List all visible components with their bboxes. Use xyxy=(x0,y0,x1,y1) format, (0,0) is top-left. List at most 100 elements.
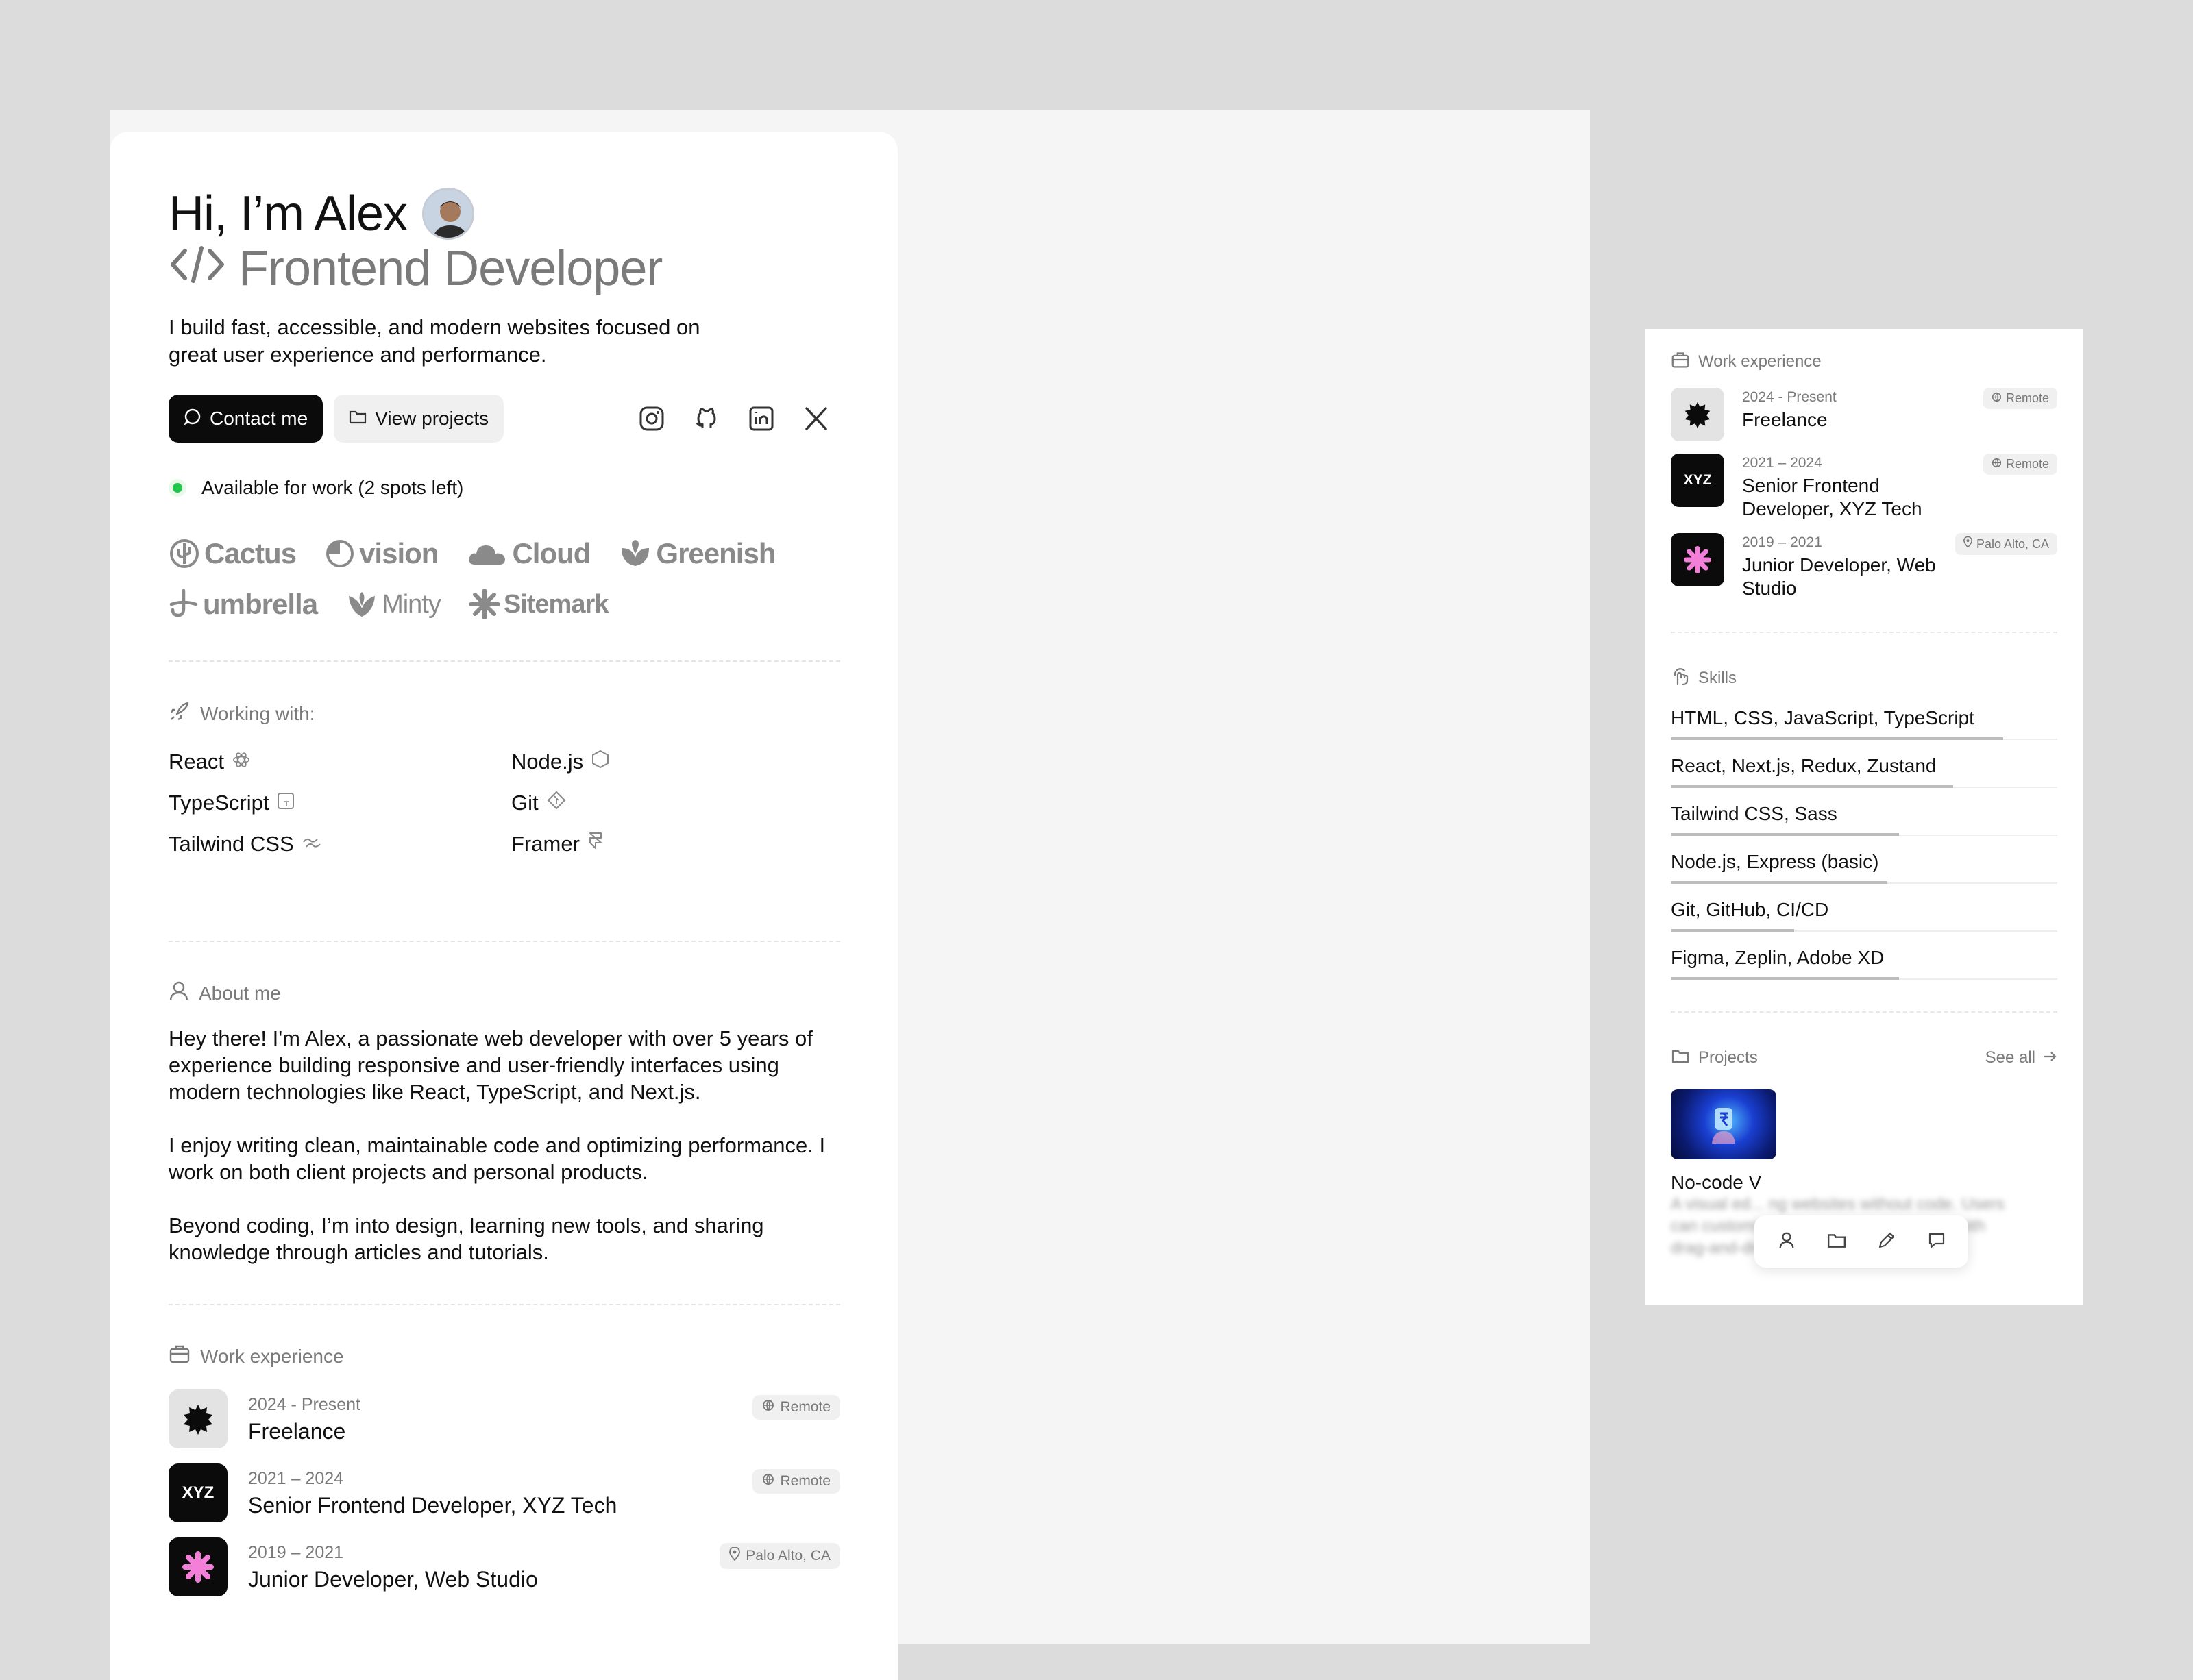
web-studio-logo xyxy=(169,1537,228,1596)
tech-item: Git xyxy=(511,789,840,817)
role-heading: Frontend Developer xyxy=(169,241,840,296)
arrow-right-icon xyxy=(2042,1048,2057,1067)
folder-icon xyxy=(349,408,367,430)
x-icon[interactable] xyxy=(800,403,832,434)
about-paragraph: Hey there! I'm Alex, a passionate web de… xyxy=(169,1026,813,1104)
about-heading: About me xyxy=(169,980,840,1006)
greeting-text: Hi, I’m Alex xyxy=(169,186,408,241)
location-badge: Palo Alto, CA xyxy=(1955,533,2057,555)
remote-badge: Remote xyxy=(1983,454,2057,475)
avatar xyxy=(422,188,475,240)
chat-icon xyxy=(184,408,201,430)
panel-skills-heading: Skills xyxy=(1671,665,2057,692)
react-icon xyxy=(232,750,250,774)
tech-item: Framer xyxy=(511,830,840,858)
about-text: Hey there! I'm Alex, a passionate web de… xyxy=(169,1025,840,1265)
framer-icon xyxy=(588,832,603,856)
client-logo-minty: Minty xyxy=(346,585,441,623)
tech-item: TypeScript xyxy=(169,789,511,817)
web-studio-logo xyxy=(1671,533,1724,586)
client-logo-cloud: Cloud xyxy=(467,534,591,573)
skill-bar xyxy=(1671,881,1887,884)
panel-work-heading: Work experience xyxy=(1671,348,2057,375)
git-icon xyxy=(547,791,566,815)
skill-item: Git, GitHub, CI/CD xyxy=(1671,893,2057,932)
client-logo-vision: vision xyxy=(325,534,439,573)
tech-item: React xyxy=(169,748,511,776)
folder-icon[interactable] xyxy=(1827,1231,1846,1252)
working-with-heading: Working with: xyxy=(169,700,840,727)
remote-badge: Remote xyxy=(752,1469,840,1494)
skills-list: HTML, CSS, JavaScript, TypeScript React,… xyxy=(1671,702,2057,980)
code-icon xyxy=(169,241,226,296)
contact-button[interactable]: Contact me xyxy=(169,395,323,443)
github-icon[interactable] xyxy=(691,403,722,434)
client-logo-umbrella: umbrella xyxy=(169,585,318,623)
see-all-link[interactable]: See all xyxy=(1985,1048,2057,1067)
skill-bar xyxy=(1671,929,1795,932)
intro-text: I build fast, accessible, and modern web… xyxy=(169,315,700,367)
work-heading: Work experience xyxy=(169,1344,840,1369)
rocket-icon xyxy=(169,700,191,727)
project-title[interactable]: No-code V xyxy=(1671,1172,2057,1194)
portfolio-page: Hi, I’m Alex Frontend Developer I build … xyxy=(110,132,898,1680)
status-dot xyxy=(169,479,186,497)
instagram-icon[interactable] xyxy=(636,403,667,434)
chat-icon[interactable] xyxy=(1927,1231,1946,1253)
tech-list: React Node.js TypeScript Git Tailwind CS… xyxy=(169,748,840,858)
globe-icon xyxy=(762,1399,774,1416)
pin-icon xyxy=(729,1546,741,1565)
divider xyxy=(169,660,840,662)
tailwind-icon xyxy=(302,832,321,856)
xyz-logo: XYZ xyxy=(1671,454,1724,507)
panel-work-item[interactable]: 2024 - Present Freelance Remote xyxy=(1671,388,2057,441)
client-logos: Cactus vision Cloud Greenish umbrella Mi… xyxy=(169,534,785,623)
skill-item: HTML, CSS, JavaScript, TypeScript xyxy=(1671,702,2057,740)
panel-work-item[interactable]: XYZ 2021 – 2024 Senior Frontend Developer… xyxy=(1671,454,2057,521)
tech-item: Tailwind CSS xyxy=(169,830,511,858)
role-text: Frontend Developer xyxy=(238,241,663,296)
globe-icon xyxy=(1992,391,2002,406)
work-list: 2024 - Present Freelance Remote XYZ 2021 … xyxy=(169,1389,840,1596)
remote-badge: Remote xyxy=(752,1395,840,1420)
client-logo-cactus: Cactus xyxy=(169,534,297,573)
skill-item: Node.js, Express (basic) xyxy=(1671,845,2057,884)
tech-item: Node.js xyxy=(511,748,840,776)
work-item[interactable]: 2024 - Present Freelance Remote xyxy=(169,1389,840,1448)
divider xyxy=(169,941,840,942)
work-item[interactable]: 2019 – 2021 Junior Developer, Web Studio … xyxy=(169,1537,840,1596)
pen-icon[interactable] xyxy=(1877,1231,1896,1253)
availability-status: Available for work (2 spots left) xyxy=(169,477,840,499)
xyz-logo: XYZ xyxy=(169,1463,228,1522)
contact-label: Contact me xyxy=(210,408,308,429)
view-projects-button[interactable]: View projects xyxy=(334,395,504,443)
skill-bar xyxy=(1671,833,1899,836)
mobile-panel: Work experience 2024 - Present Freelance … xyxy=(1645,329,2083,1305)
divider xyxy=(1671,632,2057,633)
user-icon xyxy=(169,980,189,1006)
panel-work-item[interactable]: 2019 – 2021 Junior Developer, Web Studio … xyxy=(1671,533,2057,600)
location-badge: Palo Alto, CA xyxy=(720,1543,840,1569)
skill-bar xyxy=(1671,785,1953,788)
availability-text: Available for work (2 spots left) xyxy=(201,477,464,498)
user-icon[interactable] xyxy=(1777,1231,1796,1253)
project-thumbnail[interactable] xyxy=(1671,1089,1776,1159)
typescript-icon xyxy=(277,791,295,815)
skill-item: Figma, Zeplin, Adobe XD xyxy=(1671,941,2057,980)
folder-icon xyxy=(1671,1048,1690,1069)
work-item[interactable]: XYZ 2021 – 2024 Senior Frontend Developer… xyxy=(169,1463,840,1522)
nodejs-icon xyxy=(591,750,609,774)
linkedin-icon[interactable] xyxy=(746,403,777,434)
skill-bar xyxy=(1671,977,1899,980)
about-paragraph: I enjoy writing clean, maintainable code… xyxy=(169,1133,826,1184)
freelance-logo xyxy=(169,1389,228,1448)
skill-item: React, Next.js, Redux, Zustand xyxy=(1671,750,2057,788)
floating-toolbar xyxy=(1754,1215,1968,1268)
globe-icon xyxy=(1992,457,2002,471)
pin-icon xyxy=(1963,536,1972,552)
client-logo-sitemark: Sitemark xyxy=(469,585,609,623)
briefcase-icon xyxy=(169,1344,191,1369)
panel-projects-heading: Projects xyxy=(1671,1044,1758,1072)
remote-badge: Remote xyxy=(1983,388,2057,409)
greeting-heading: Hi, I’m Alex xyxy=(169,186,840,241)
